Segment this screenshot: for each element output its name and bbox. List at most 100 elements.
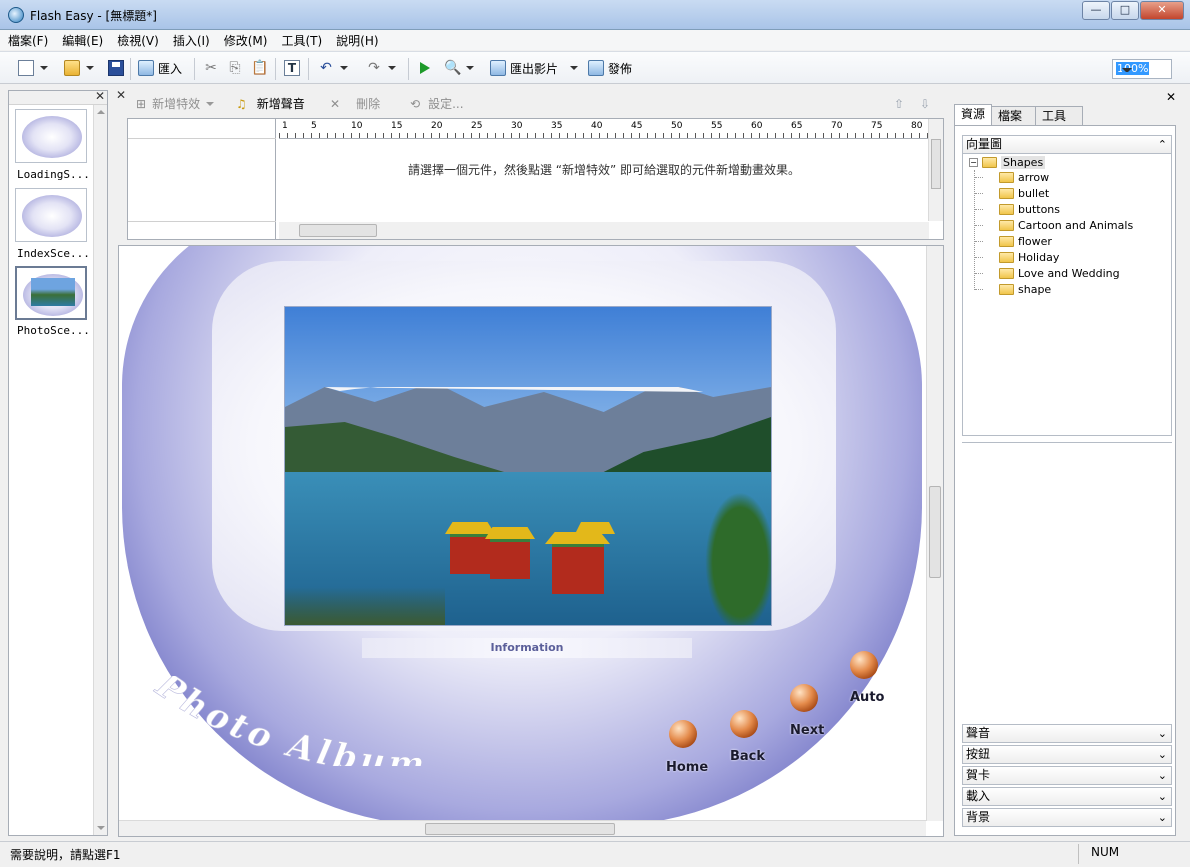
- redo-button[interactable]: ↷: [366, 58, 396, 78]
- folder-icon: [999, 284, 1014, 295]
- add-sound-button[interactable]: ♫ 新增聲音: [236, 95, 305, 112]
- stage-vscroll[interactable]: [926, 246, 943, 821]
- tree-item-buttons[interactable]: buttons: [999, 203, 1060, 216]
- redo-icon: ↷: [368, 60, 380, 76]
- title-bar: Flash Easy - [無標題*] — □ ✕: [0, 0, 1190, 30]
- undo-button[interactable]: ↶: [318, 58, 348, 78]
- cut-icon: ✂: [205, 60, 217, 76]
- add-effect-icon: ⊞: [136, 96, 147, 111]
- publish-icon: [588, 60, 604, 76]
- auto-button[interactable]: Auto: [850, 690, 884, 705]
- move-down-icon[interactable]: ⇩: [920, 97, 930, 111]
- timeline-layers: [128, 119, 276, 239]
- section-cards[interactable]: 賀卡 ⌄: [962, 766, 1172, 785]
- menu-insert[interactable]: 插入(I): [173, 32, 210, 49]
- menu-modify[interactable]: 修改(M): [224, 32, 268, 49]
- scene-thumb-index[interactable]: [15, 188, 87, 242]
- tree-item-shape[interactable]: shape: [999, 283, 1051, 296]
- timeline-hscroll[interactable]: [279, 222, 929, 239]
- next-button-ball[interactable]: [790, 684, 818, 712]
- tree-root-shapes[interactable]: − Shapes: [969, 156, 1046, 169]
- menu-view[interactable]: 檢視(V): [117, 32, 159, 49]
- import-button[interactable]: 匯入: [138, 58, 182, 78]
- menu-help[interactable]: 說明(H): [336, 32, 378, 49]
- timeline-hint: 請選擇一個元件，然後點選 “新增特效” 即可給選取的元件新增動畫效果。: [407, 163, 801, 177]
- tree-item-arrow[interactable]: arrow: [999, 171, 1049, 184]
- export-icon: [490, 60, 506, 76]
- folder-icon: [999, 252, 1014, 263]
- chevron-down-icon: [1122, 68, 1132, 72]
- play-button[interactable]: [420, 58, 430, 78]
- scene-panel: ✕ LoadingS... IndexSce... PhotoSce...: [8, 89, 108, 836]
- tab-tools[interactable]: 工具: [1035, 106, 1084, 126]
- close-icon[interactable]: ✕: [116, 88, 126, 102]
- next-button[interactable]: Next: [790, 723, 824, 738]
- section-background[interactable]: 背景 ⌄: [962, 808, 1172, 827]
- close-icon[interactable]: ✕: [1166, 90, 1176, 104]
- open-button[interactable]: [64, 58, 94, 78]
- paste-icon: 📋: [251, 60, 269, 76]
- tree-item-flower[interactable]: flower: [999, 235, 1052, 248]
- back-button[interactable]: Back: [730, 749, 765, 764]
- tree-item-holiday[interactable]: Holiday: [999, 251, 1059, 264]
- music-note-icon: ♫: [236, 96, 247, 111]
- section-vector[interactable]: 向量圖 ⌃: [962, 135, 1172, 154]
- tree-item-bullet[interactable]: bullet: [999, 187, 1049, 200]
- new-document-icon: [18, 60, 34, 76]
- menu-edit[interactable]: 編輯(E): [62, 32, 103, 49]
- collapse-icon[interactable]: −: [969, 158, 978, 167]
- preview-button[interactable]: 🔍: [444, 58, 474, 78]
- text-button[interactable]: T: [284, 58, 300, 78]
- new-button[interactable]: [18, 58, 48, 78]
- close-button[interactable]: ✕: [1140, 1, 1184, 20]
- timeline-vscroll[interactable]: [928, 119, 943, 221]
- settings-button[interactable]: ⟲ 設定...: [410, 95, 464, 112]
- scene-thumb-loading[interactable]: [15, 109, 87, 163]
- home-button-ball[interactable]: [669, 720, 697, 748]
- tree-item-love-wedding[interactable]: Love and Wedding: [999, 267, 1120, 280]
- scene-scrollbar[interactable]: [93, 105, 107, 835]
- paste-button[interactable]: 📋: [251, 58, 269, 78]
- save-button[interactable]: [108, 58, 124, 78]
- scene-label: IndexSce...: [17, 247, 90, 260]
- folder-icon: [999, 220, 1014, 231]
- minimize-button[interactable]: —: [1082, 1, 1110, 20]
- copy-icon: ⎘: [229, 60, 241, 76]
- section-buttons[interactable]: 按鈕 ⌄: [962, 745, 1172, 764]
- timeline-ruler[interactable]: 1 5 10 15 20 25 30 35 40 45 50 55 60 65 …: [279, 119, 929, 139]
- scene-label: PhotoSce...: [17, 324, 90, 337]
- information-label[interactable]: Information: [362, 638, 692, 658]
- tab-files[interactable]: 檔案: [991, 106, 1037, 126]
- delete-x-icon: ✕: [330, 96, 341, 111]
- tab-resources[interactable]: 資源: [954, 104, 993, 126]
- menu-file[interactable]: 檔案(F): [8, 32, 48, 49]
- cut-button[interactable]: ✂: [203, 58, 219, 78]
- auto-button-ball[interactable]: [850, 651, 878, 679]
- maximize-button[interactable]: □: [1111, 1, 1139, 20]
- stage-canvas[interactable]: Information Photo Album Home Back Next A…: [118, 245, 944, 837]
- timeline: 1 5 10 15 20 25 30 35 40 45 50 55 60 65 …: [127, 118, 944, 240]
- zoom-select[interactable]: 100%: [1112, 59, 1172, 79]
- publish-button[interactable]: 發佈: [588, 58, 632, 78]
- status-bar: 需要說明，請點選F1 NUM: [0, 841, 1190, 867]
- delete-button[interactable]: ✕ 刪除: [330, 95, 380, 112]
- close-icon[interactable]: ✕: [95, 89, 105, 103]
- resource-preview: [962, 442, 1172, 722]
- menu-tools[interactable]: 工具(T): [281, 32, 322, 49]
- effects-toolbar: ✕ ⊞ 新增特效 ♫ 新增聲音 ✕ 刪除 ⟲ 設定... ⇧ ⇩: [116, 88, 944, 116]
- scene-thumb-photo[interactable]: [15, 266, 87, 320]
- add-effect-button[interactable]: ⊞ 新增特效: [136, 95, 215, 112]
- scene-label: LoadingS...: [17, 168, 90, 181]
- resource-panel: ✕ 資源 檔案 工具 向量圖 ⌃ − Shapes arrow bullet but…: [952, 90, 1180, 836]
- section-loading[interactable]: 載入 ⌄: [962, 787, 1172, 806]
- section-sound[interactable]: 聲音 ⌄: [962, 724, 1172, 743]
- lake-photo[interactable]: [284, 306, 772, 626]
- export-movie-button[interactable]: 匯出影片: [490, 58, 579, 78]
- back-button-ball[interactable]: [730, 710, 758, 738]
- home-button[interactable]: Home: [666, 760, 708, 775]
- move-up-icon[interactable]: ⇧: [894, 97, 904, 111]
- tree-item-cartoon[interactable]: Cartoon and Animals: [999, 219, 1133, 232]
- chevron-up-icon: ⌃: [1157, 138, 1167, 151]
- copy-button[interactable]: ⎘: [227, 58, 243, 78]
- stage-hscroll[interactable]: [119, 820, 926, 836]
